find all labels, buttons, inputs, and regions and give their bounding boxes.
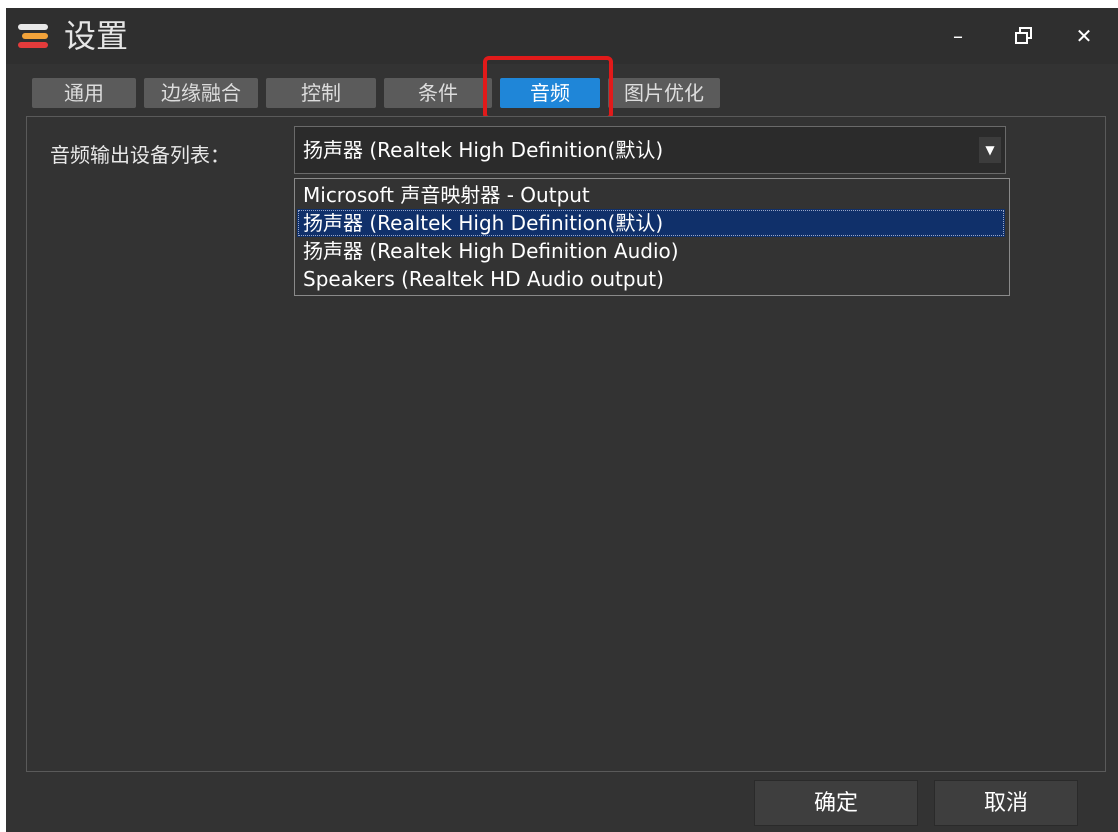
audio-device-combobox[interactable]: 扬声器 (Realtek High Definition(默认) ▼ [294, 126, 1006, 174]
combobox-selected-value: 扬声器 (Realtek High Definition(默认) [303, 138, 664, 162]
dropdown-option[interactable]: Microsoft 声音映射器 - Output [297, 181, 1005, 209]
tab-condition[interactable]: 条件 [384, 78, 492, 108]
audio-device-label: 音频输出设备列表： [50, 143, 230, 167]
tab-control[interactable]: 控制 [266, 78, 376, 108]
ok-button[interactable]: 确定 [754, 780, 918, 826]
tab-general[interactable]: 通用 [32, 78, 136, 108]
dropdown-option-selected[interactable]: 扬声器 (Realtek High Definition(默认) [297, 209, 1005, 237]
restore-icon[interactable] [1006, 22, 1042, 50]
cancel-button[interactable]: 取消 [934, 780, 1078, 826]
chevron-down-icon[interactable]: ▼ [979, 137, 1001, 163]
dropdown-option[interactable]: Speakers (Realtek HD Audio output) [297, 265, 1005, 293]
audio-device-dropdown-list: Microsoft 声音映射器 - Output 扬声器 (Realtek Hi… [294, 178, 1010, 296]
tab-edge-blending[interactable]: 边缘融合 [144, 78, 258, 108]
app-logo-icon [18, 22, 52, 50]
dropdown-option[interactable]: 扬声器 (Realtek High Definition Audio) [297, 237, 1005, 265]
minimize-icon[interactable]: – [940, 22, 976, 50]
window-title: 设置 [64, 17, 129, 55]
tab-image-optimization[interactable]: 图片优化 [608, 78, 720, 108]
annotation-highlight-box [483, 56, 613, 120]
close-icon[interactable]: ✕ [1066, 22, 1102, 50]
